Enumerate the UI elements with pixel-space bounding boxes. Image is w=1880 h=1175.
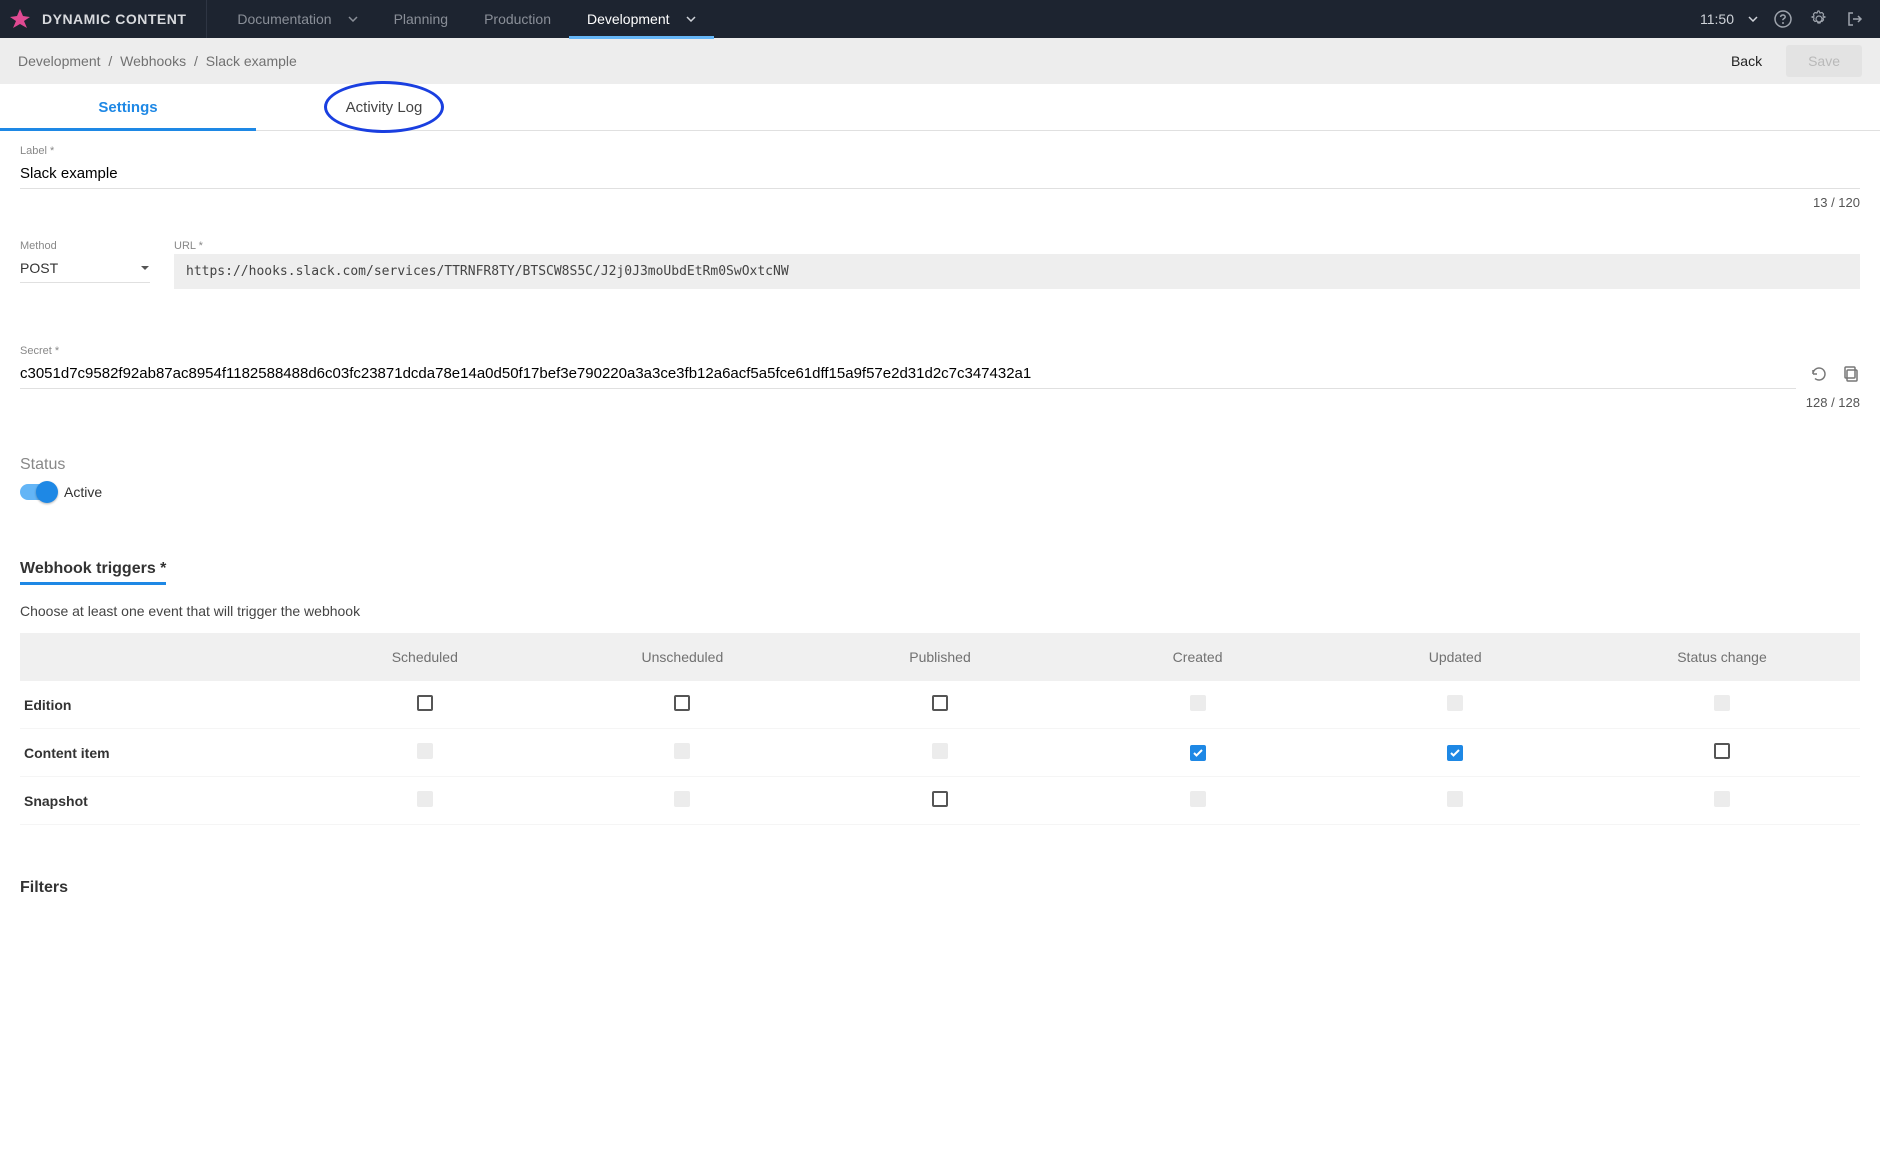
triggers-help: Choose at least one event that will trig… bbox=[20, 603, 1860, 619]
chevron-down-icon bbox=[686, 16, 696, 22]
breadcrumb-development[interactable]: Development bbox=[18, 53, 101, 69]
top-nav: DYNAMIC CONTENT Documentation Planning P… bbox=[0, 0, 1880, 38]
secret-input[interactable] bbox=[20, 359, 1796, 389]
status-toggle[interactable] bbox=[20, 484, 54, 500]
url-field-label: URL * bbox=[174, 240, 1860, 252]
tabs: Settings Activity Log bbox=[0, 84, 1880, 131]
tab-activity-log-label: Activity Log bbox=[346, 99, 423, 116]
nav-planning-label: Planning bbox=[394, 11, 449, 27]
checkbox-edition-published[interactable] bbox=[932, 695, 948, 711]
checkbox-edition-scheduled[interactable] bbox=[417, 695, 433, 711]
row-snapshot-label: Snapshot bbox=[20, 777, 296, 825]
save-button: Save bbox=[1786, 45, 1862, 77]
checkbox-edition-created bbox=[1190, 695, 1206, 711]
copy-icon[interactable] bbox=[1842, 365, 1860, 383]
row-content-item-label: Content item bbox=[20, 729, 296, 777]
label-input[interactable] bbox=[20, 159, 1860, 189]
method-field-label: Method bbox=[20, 240, 150, 252]
col-created: Created bbox=[1069, 633, 1327, 681]
nav-documentation[interactable]: Documentation bbox=[219, 0, 375, 38]
checkbox-contentitem-published bbox=[932, 743, 948, 759]
filters-title: Filters bbox=[20, 879, 1860, 897]
tab-activity-log[interactable]: Activity Log bbox=[256, 84, 512, 130]
label-char-count: 13 / 120 bbox=[20, 195, 1860, 210]
nav-production[interactable]: Production bbox=[466, 0, 569, 38]
back-button[interactable]: Back bbox=[1731, 53, 1762, 69]
status-value: Active bbox=[64, 484, 102, 500]
col-scheduled: Scheduled bbox=[296, 633, 554, 681]
table-row: Content item bbox=[20, 729, 1860, 777]
table-row: Edition bbox=[20, 681, 1860, 729]
chevron-down-icon bbox=[1748, 16, 1758, 22]
tab-settings-label: Settings bbox=[98, 99, 157, 116]
checkbox-edition-status-change bbox=[1714, 695, 1730, 711]
checkbox-contentitem-unscheduled bbox=[674, 743, 690, 759]
nav-development[interactable]: Development bbox=[569, 0, 714, 38]
checkbox-snapshot-published[interactable] bbox=[932, 791, 948, 807]
checkbox-contentitem-updated[interactable] bbox=[1447, 745, 1463, 761]
brand-wordmark: DYNAMIC CONTENT bbox=[42, 11, 186, 27]
checkbox-snapshot-created bbox=[1190, 791, 1206, 807]
checkbox-snapshot-scheduled bbox=[417, 791, 433, 807]
nav-planning[interactable]: Planning bbox=[376, 0, 467, 38]
gear-icon[interactable] bbox=[1810, 10, 1828, 28]
brand: DYNAMIC CONTENT bbox=[8, 0, 207, 38]
checkbox-snapshot-status-change bbox=[1714, 791, 1730, 807]
chevron-down-icon bbox=[140, 265, 150, 271]
checkbox-contentitem-created[interactable] bbox=[1190, 745, 1206, 761]
breadcrumb: Development / Webhooks / Slack example bbox=[18, 53, 297, 69]
col-updated: Updated bbox=[1326, 633, 1584, 681]
refresh-icon[interactable] bbox=[1810, 365, 1828, 383]
method-select[interactable]: POST bbox=[20, 254, 150, 283]
status-label: Status bbox=[20, 456, 1860, 474]
checkbox-contentitem-scheduled bbox=[417, 743, 433, 759]
secret-char-count: 128 / 128 bbox=[20, 395, 1860, 410]
clock[interactable]: 11:50 bbox=[1700, 11, 1758, 27]
checkbox-snapshot-unscheduled bbox=[674, 791, 690, 807]
subheader: Development / Webhooks / Slack example B… bbox=[0, 38, 1880, 84]
chevron-down-icon bbox=[348, 16, 358, 22]
checkbox-edition-unscheduled[interactable] bbox=[674, 695, 690, 711]
brand-logo-icon bbox=[8, 7, 32, 31]
help-icon[interactable] bbox=[1774, 10, 1792, 28]
clock-time: 11:50 bbox=[1700, 11, 1734, 27]
label-field-label: Label * bbox=[20, 145, 1860, 157]
nav-documentation-label: Documentation bbox=[237, 11, 331, 27]
checkbox-contentitem-status-change[interactable] bbox=[1714, 743, 1730, 759]
nav-production-label: Production bbox=[484, 11, 551, 27]
col-unscheduled: Unscheduled bbox=[554, 633, 812, 681]
row-edition-label: Edition bbox=[20, 681, 296, 729]
col-status-change: Status change bbox=[1584, 633, 1860, 681]
tab-settings[interactable]: Settings bbox=[0, 84, 256, 130]
checkbox-edition-updated bbox=[1447, 695, 1463, 711]
nav-development-label: Development bbox=[587, 11, 670, 27]
checkbox-snapshot-updated bbox=[1447, 791, 1463, 807]
secret-field-label: Secret * bbox=[20, 345, 1860, 357]
triggers-title: Webhook triggers * bbox=[20, 560, 166, 585]
settings-form: Label * 13 / 120 Method POST URL * Secre… bbox=[0, 131, 1880, 937]
breadcrumb-webhooks[interactable]: Webhooks bbox=[120, 53, 186, 69]
breadcrumb-current: Slack example bbox=[206, 53, 297, 69]
triggers-table: Scheduled Unscheduled Published Created … bbox=[20, 633, 1860, 825]
method-value: POST bbox=[20, 260, 58, 276]
col-published: Published bbox=[811, 633, 1069, 681]
url-input[interactable] bbox=[174, 254, 1860, 289]
table-row: Snapshot bbox=[20, 777, 1860, 825]
exit-icon[interactable] bbox=[1846, 10, 1864, 28]
